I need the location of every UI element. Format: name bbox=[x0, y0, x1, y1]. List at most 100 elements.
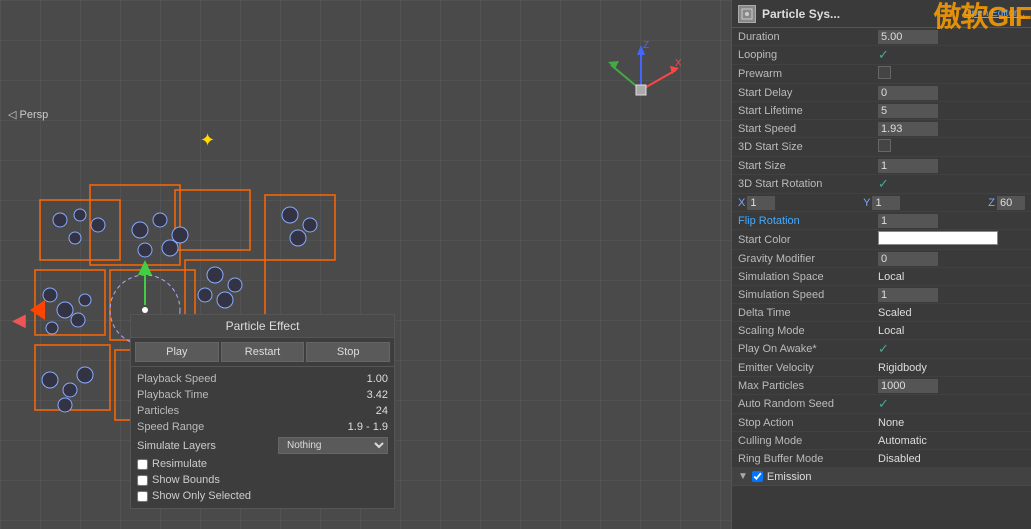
play-on-awake-value: ✓ bbox=[878, 341, 1025, 357]
restart-button[interactable]: Restart bbox=[221, 342, 305, 362]
max-particles-label: Max Particles bbox=[738, 380, 878, 392]
speed-range-row: Speed Range 1.9 - 1.9 bbox=[137, 419, 388, 435]
flip-rotation-label: Flip Rotation bbox=[738, 215, 878, 227]
prewarm-row: Prewarm bbox=[732, 65, 1031, 84]
duration-value bbox=[878, 30, 1025, 44]
simulation-speed-input[interactable] bbox=[878, 288, 938, 302]
stop-action-row: Stop Action None bbox=[732, 414, 1031, 432]
start-color-row: Start Color bbox=[732, 230, 1031, 250]
start-speed-value bbox=[878, 122, 1025, 136]
prewarm-value bbox=[878, 66, 1025, 82]
simulation-speed-value bbox=[878, 288, 1025, 302]
flip-rotation-row: Flip Rotation bbox=[732, 212, 1031, 230]
ring-buffer-mode-label: Ring Buffer Mode bbox=[738, 453, 878, 465]
delta-time-label: Delta Time bbox=[738, 307, 878, 319]
start-color-swatch[interactable] bbox=[878, 231, 998, 245]
start-delay-input[interactable] bbox=[878, 86, 938, 100]
start-size-row: Start Size bbox=[732, 157, 1031, 175]
resimulate-label: Resimulate bbox=[152, 458, 207, 470]
start-size-value bbox=[878, 159, 1025, 173]
scaling-mode-label: Scaling Mode bbox=[738, 325, 878, 337]
simulation-space-value: Local bbox=[878, 271, 1025, 283]
simulate-layers-label: Simulate Layers bbox=[137, 440, 216, 452]
show-only-selected-checkbox[interactable] bbox=[137, 491, 148, 502]
simulate-layers-row: Simulate Layers Nothing Everything bbox=[137, 435, 388, 456]
3d-start-size-value bbox=[878, 139, 1025, 155]
max-particles-row: Max Particles bbox=[732, 377, 1031, 395]
gravity-modifier-row: Gravity Modifier bbox=[732, 250, 1031, 268]
duration-row: Duration bbox=[732, 28, 1031, 46]
particles-value: 24 bbox=[376, 405, 388, 417]
simulate-layers-select[interactable]: Nothing Everything bbox=[278, 437, 388, 454]
prewarm-label: Prewarm bbox=[738, 68, 878, 80]
scaling-mode-row: Scaling Mode Local bbox=[732, 322, 1031, 340]
emission-toggle-icon: ▼ bbox=[738, 471, 748, 482]
sun-icon: ✦ bbox=[200, 130, 222, 152]
3d-start-size-label: 3D Start Size bbox=[738, 141, 878, 153]
start-lifetime-row: Start Lifetime bbox=[732, 102, 1031, 120]
z-input[interactable] bbox=[997, 196, 1025, 210]
svg-text:X: X bbox=[675, 58, 681, 69]
ring-buffer-mode-row: Ring Buffer Mode Disabled bbox=[732, 450, 1031, 468]
simulation-space-row: Simulation Space Local bbox=[732, 268, 1031, 286]
max-particles-input[interactable] bbox=[878, 379, 938, 393]
start-delay-row: Start Delay bbox=[732, 84, 1031, 102]
start-size-input[interactable] bbox=[878, 159, 938, 173]
resimulate-row: Resimulate bbox=[137, 456, 388, 472]
properties-scroll[interactable]: Duration Looping ✓ Prewarm Start Delay bbox=[732, 28, 1031, 523]
x-input[interactable] bbox=[747, 196, 775, 210]
playback-speed-label: Playback Speed bbox=[137, 373, 217, 385]
emitter-velocity-label: Emitter Velocity bbox=[738, 362, 878, 374]
duration-input[interactable] bbox=[878, 30, 938, 44]
resimulate-checkbox[interactable] bbox=[137, 459, 148, 470]
open-editor-button[interactable]: Open Editor... bbox=[964, 8, 1025, 19]
transform-gizmo: Z X bbox=[601, 40, 681, 130]
looping-row: Looping ✓ bbox=[732, 46, 1031, 65]
start-color-value bbox=[878, 231, 1025, 248]
particle-sys-icon bbox=[738, 5, 756, 23]
gravity-modifier-value bbox=[878, 252, 1025, 266]
3d-start-rotation-label: 3D Start Rotation bbox=[738, 178, 878, 190]
show-bounds-checkbox[interactable] bbox=[137, 475, 148, 486]
emission-checkbox[interactable] bbox=[752, 471, 763, 482]
flip-rotation-input[interactable] bbox=[878, 214, 938, 228]
looping-label: Looping bbox=[738, 49, 878, 61]
playback-time-row: Playback Time 3.42 bbox=[137, 387, 388, 403]
duration-label: Duration bbox=[738, 31, 878, 43]
particles-row: Particles 24 bbox=[137, 403, 388, 419]
show-bounds-label: Show Bounds bbox=[152, 474, 220, 486]
playback-time-label: Playback Time bbox=[137, 389, 209, 401]
3d-start-rotation-row: 3D Start Rotation ✓ bbox=[732, 175, 1031, 194]
simulation-speed-row: Simulation Speed bbox=[732, 286, 1031, 304]
right-panel-title: Particle Sys... bbox=[762, 7, 840, 21]
viewport[interactable]: ◁ Persp ✦ ◀ Z X bbox=[0, 0, 731, 529]
svg-text:Z: Z bbox=[643, 40, 649, 51]
show-only-selected-label: Show Only Selected bbox=[152, 490, 251, 502]
start-speed-row: Start Speed bbox=[732, 120, 1031, 138]
start-size-label: Start Size bbox=[738, 160, 878, 172]
delta-time-row: Delta Time Scaled bbox=[732, 304, 1031, 322]
stop-button[interactable]: Stop bbox=[306, 342, 390, 362]
y-input[interactable] bbox=[872, 196, 900, 210]
playback-speed-value: 1.00 bbox=[367, 373, 388, 385]
emission-row[interactable]: ▼ Emission bbox=[732, 468, 1031, 486]
prewarm-checkbox-empty bbox=[878, 66, 891, 79]
auto-random-seed-value: ✓ bbox=[878, 396, 1025, 412]
gravity-modifier-input[interactable] bbox=[878, 252, 938, 266]
particle-effect-panel: Particle Effect Play Restart Stop Playba… bbox=[130, 314, 395, 509]
right-top-bar: Particle Sys... Open Editor... 傲软GIF bbox=[732, 0, 1031, 28]
start-lifetime-input[interactable] bbox=[878, 104, 938, 118]
play-button[interactable]: Play bbox=[135, 342, 219, 362]
culling-mode-value: Automatic bbox=[878, 435, 1025, 447]
show-only-selected-row: Show Only Selected bbox=[137, 488, 388, 504]
playback-time-value: 3.42 bbox=[367, 389, 388, 401]
emitter-velocity-row: Emitter Velocity Rigidbody bbox=[732, 359, 1031, 377]
particle-panel-title: Particle Effect bbox=[131, 315, 394, 338]
simulation-speed-label: Simulation Speed bbox=[738, 289, 878, 301]
delta-time-value: Scaled bbox=[878, 307, 1025, 319]
speed-range-value: 1.9 - 1.9 bbox=[348, 421, 388, 433]
start-color-label: Start Color bbox=[738, 234, 878, 246]
start-delay-value bbox=[878, 86, 1025, 100]
start-delay-label: Start Delay bbox=[738, 87, 878, 99]
start-speed-input[interactable] bbox=[878, 122, 938, 136]
